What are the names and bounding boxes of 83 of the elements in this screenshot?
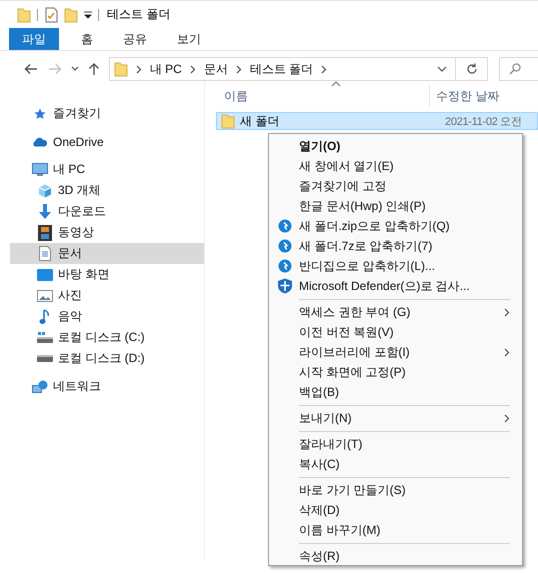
file-menu-button[interactable]: 파일 <box>9 28 59 50</box>
menu-item[interactable]: 반디집으로 압축하기(L)... <box>271 256 520 276</box>
menu-item[interactable]: 이름 바꾸기(M) <box>271 520 520 540</box>
monitor-icon <box>32 162 48 176</box>
refresh-button[interactable] <box>455 57 488 81</box>
checklist-icon <box>44 6 58 22</box>
breadcrumb[interactable]: 문서 <box>204 60 228 78</box>
menu-item[interactable]: 라이브러리에 포함(I) <box>271 342 520 362</box>
menu-item[interactable]: 복사(C) <box>271 454 520 474</box>
nav-item[interactable]: 사진 <box>10 285 204 306</box>
file-row[interactable]: 새 폴더 2021-11-02 오전 <box>216 112 538 130</box>
folder-icon <box>114 61 128 77</box>
menu-item[interactable]: 시작 화면에 고정(P) <box>271 362 520 382</box>
file-name: 새 폴더 <box>240 112 280 130</box>
network-icon <box>32 380 48 394</box>
menu-item[interactable]: 즐겨찾기에 고정 <box>271 176 520 196</box>
menu-item[interactable]: 보내기(N) <box>271 408 520 428</box>
menu-item[interactable]: 삭제(D) <box>271 500 520 520</box>
column-header[interactable]: 이름 <box>205 85 430 107</box>
ribbon-tab[interactable]: 홈 <box>67 28 107 50</box>
desktop-icon <box>37 268 53 280</box>
cube-icon <box>38 184 52 198</box>
menu-item[interactable]: 액세스 권한 부여 (G) <box>271 302 520 322</box>
search-icon <box>509 63 522 75</box>
menu-item[interactable]: 새 폴더.zip으로 압축하기(Q) <box>271 216 520 236</box>
nav-item[interactable]: 네트워크 <box>10 376 204 397</box>
cloud-icon <box>32 136 48 146</box>
folder-icon <box>64 6 78 22</box>
menu-item[interactable]: 바로 가기 만들기(S) <box>271 480 520 500</box>
folder-icon <box>221 113 235 129</box>
download-arrow-icon <box>38 204 52 220</box>
menu-item[interactable]: 새 폴더.7z로 압축하기(7) <box>271 236 520 256</box>
picture-icon <box>37 290 53 302</box>
star-icon <box>34 108 46 120</box>
film-icon <box>38 224 52 240</box>
breadcrumb[interactable]: 테스트 폴더 <box>250 60 314 78</box>
music-note-icon <box>39 308 51 324</box>
nav-item[interactable]: 3D 개체 <box>10 180 204 201</box>
nav-item[interactable]: 로컬 디스크 (D:) <box>10 348 204 369</box>
address-bar[interactable]: 내 PC 문서 테스트 폴더 <box>108 57 456 81</box>
nav-item[interactable]: 다운로드 <box>10 201 204 222</box>
nav-item[interactable]: 즐겨찾기 <box>10 103 204 124</box>
menu-item[interactable]: 속성(R) <box>271 546 520 566</box>
nav-item[interactable]: 동영상 <box>10 222 204 243</box>
menu-item[interactable]: 백업(B) <box>271 382 520 402</box>
search-field[interactable] <box>499 57 538 81</box>
bandizip-icon <box>278 259 292 273</box>
breadcrumb-chevron-icon <box>190 64 196 74</box>
sort-caret-icon <box>331 81 341 87</box>
ribbon-tab[interactable]: 보기 <box>163 28 215 50</box>
column-header[interactable]: 수정한 날짜 <box>430 88 500 104</box>
menu-item[interactable]: 새 창에서 열기(E) <box>271 156 520 176</box>
file-date: 2021-11-02 오전 <box>445 114 522 128</box>
shield-icon <box>277 278 293 294</box>
dropdown-icon[interactable] <box>84 10 92 18</box>
menu-item[interactable]: Microsoft Defender(으)로 검사... <box>271 276 520 296</box>
nav-item[interactable]: 로컬 디스크 (C:) <box>10 327 204 348</box>
bandizip-icon <box>278 219 292 233</box>
nav-item[interactable]: 바탕 화면 <box>10 264 204 285</box>
breadcrumb-chevron-icon <box>321 64 328 74</box>
nav-item[interactable]: 문서 <box>10 243 204 264</box>
menu-item[interactable]: 이전 버전 복원(V) <box>271 322 520 342</box>
up-arrow-icon[interactable] <box>88 62 100 76</box>
refresh-icon <box>466 63 478 75</box>
folder-icon <box>17 6 31 22</box>
drive-icon <box>37 332 53 344</box>
menu-item[interactable]: 잘라내기(T) <box>271 434 520 454</box>
document-icon <box>39 246 51 261</box>
ribbon-tab[interactable]: 공유 <box>109 28 161 50</box>
nav-item[interactable]: 음악 <box>10 306 204 327</box>
nav-item[interactable]: 내 PC <box>10 159 204 180</box>
window-title: 테스트 폴더 <box>107 6 170 23</box>
bandizip-icon <box>278 239 292 253</box>
chevron-down-icon[interactable] <box>70 66 79 72</box>
drive-icon <box>37 354 53 362</box>
menu-item[interactable]: 열기(O) <box>271 136 520 156</box>
back-arrow-icon[interactable] <box>24 63 38 75</box>
chevron-down-icon[interactable] <box>437 66 448 72</box>
menu-item[interactable]: 한글 문서(Hwp) 인쇄(P) <box>271 196 520 216</box>
breadcrumb[interactable]: 내 PC <box>150 60 182 78</box>
nav-item[interactable]: OneDrive <box>10 131 204 152</box>
breadcrumb-chevron-icon <box>236 64 242 74</box>
breadcrumb-chevron-icon <box>136 64 142 74</box>
